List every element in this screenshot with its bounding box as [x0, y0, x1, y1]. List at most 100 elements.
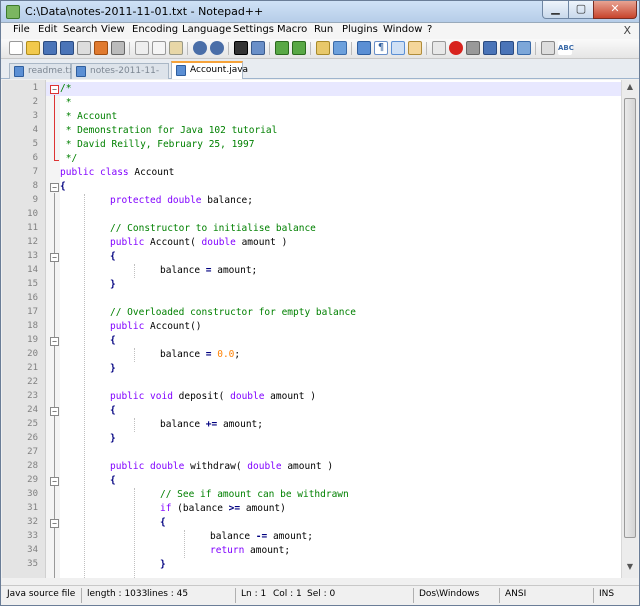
menu-search[interactable]: Search [63, 24, 97, 35]
sync-horizontal-icon[interactable] [333, 41, 347, 55]
code-line: * Account [60, 111, 118, 122]
code-line: public void deposit( double amount ) [110, 391, 316, 402]
tab-notes[interactable]: notes-2011-11-01.txt [71, 63, 169, 90]
code-line: if (balance >= amount) [160, 503, 286, 514]
line-number: 14 [27, 265, 38, 275]
code-line: public Account( double amount ) [110, 237, 288, 248]
code-line: } [110, 433, 116, 444]
close-file-icon[interactable] [77, 41, 91, 55]
menu-bar: File Edit Search View Encoding Language … [1, 23, 639, 39]
fold-margin [46, 80, 60, 578]
new-file-icon[interactable] [9, 41, 23, 55]
fold-toggle-icon[interactable]: − [50, 477, 59, 486]
menu-window[interactable]: Window [383, 24, 422, 35]
code-line: // Constructor to initialise balance [110, 223, 316, 234]
sync-vertical-icon[interactable] [316, 41, 330, 55]
run-macro-multiple-icon[interactable] [500, 41, 514, 55]
paste-icon[interactable] [169, 41, 183, 55]
redo-icon[interactable] [210, 41, 224, 55]
scroll-up-icon[interactable]: ▲ [625, 82, 635, 96]
fold-toggle-icon[interactable]: − [50, 519, 59, 528]
status-language: Java source file [7, 589, 76, 599]
abc-spellcheck-icon[interactable]: ABC [558, 41, 574, 55]
fold-toggle-icon[interactable]: − [50, 85, 59, 94]
undo-icon[interactable] [193, 41, 207, 55]
line-number: 15 [27, 279, 38, 289]
status-column: Col : 1 [273, 589, 302, 599]
menu-plugins[interactable]: Plugins [342, 24, 378, 35]
print-icon[interactable] [111, 41, 125, 55]
cut-icon[interactable] [135, 41, 149, 55]
code-line: * [60, 97, 72, 108]
save-icon[interactable] [43, 41, 57, 55]
current-line-highlight [46, 82, 630, 96]
spell-check-icon[interactable] [541, 41, 555, 55]
menu-file[interactable]: File [13, 24, 30, 35]
code-line: // Overloaded constructor for empty bala… [110, 307, 356, 318]
tab-account-java[interactable]: Account.java [171, 61, 248, 79]
toolbar: ¶ ABC [1, 39, 639, 59]
doc-map-icon[interactable] [432, 41, 446, 55]
vertical-scrollbar[interactable]: ▲ ▼ [621, 80, 638, 578]
line-number: 29 [27, 475, 38, 485]
close-all-icon[interactable] [94, 41, 108, 55]
zoom-in-icon[interactable] [275, 41, 289, 55]
show-all-chars-icon[interactable]: ¶ [374, 41, 388, 55]
line-number: 22 [27, 377, 38, 387]
code-line: public Account() [110, 321, 202, 332]
code-line: balance = 0.0; [160, 349, 241, 360]
record-macro-icon[interactable] [449, 41, 463, 55]
line-number: 24 [27, 405, 38, 415]
copy-icon[interactable] [152, 41, 166, 55]
replace-icon[interactable] [251, 41, 265, 55]
find-icon[interactable] [234, 41, 248, 55]
user-language-icon[interactable] [408, 41, 422, 55]
line-number: 33 [27, 531, 38, 541]
maximize-button[interactable]: ▢ [568, 1, 594, 19]
menu-settings[interactable]: Settings [233, 24, 274, 35]
notepadpp-app-icon [6, 5, 20, 19]
close-window-button[interactable]: ✕ [593, 1, 637, 19]
fold-toggle-icon[interactable]: − [50, 253, 59, 262]
menu-macro[interactable]: Macro [277, 24, 307, 35]
line-number: 20 [27, 349, 38, 359]
fold-toggle-icon[interactable]: − [50, 407, 59, 416]
save-macro-icon[interactable] [517, 41, 531, 55]
code-line: /* [60, 83, 72, 94]
line-number: 28 [27, 461, 38, 471]
stop-macro-icon[interactable] [466, 41, 480, 55]
title-bar[interactable]: C:\Data\notes-2011-11-01.txt - Notepad++… [1, 1, 639, 23]
code-line: { [60, 181, 66, 192]
document-tab-bar: readme.txt notes-2011-11-01.txt Account.… [1, 59, 639, 90]
indent-guide-icon[interactable] [391, 41, 405, 55]
scrollbar-thumb[interactable] [624, 98, 636, 538]
menu-edit[interactable]: Edit [38, 24, 57, 35]
fold-toggle-icon[interactable]: − [50, 183, 59, 192]
line-number: 7 [32, 167, 38, 177]
line-number: 10 [27, 209, 38, 219]
code-editor[interactable]: 1 2 3 4 5 6 7 8 9 10 11 12 13 14 15 16 17 18 19 20 21 22 23 24 2… [2, 80, 638, 578]
menu-language[interactable]: Language [182, 24, 231, 35]
menu-view[interactable]: View [101, 24, 125, 35]
code-line: return amount; [210, 545, 291, 556]
line-number: 23 [27, 391, 38, 401]
file-icon [14, 66, 24, 77]
code-line: */ [60, 153, 78, 164]
line-number: 9 [32, 195, 38, 205]
tab-label: Account.java [190, 65, 249, 75]
menu-run[interactable]: Run [314, 24, 333, 35]
word-wrap-icon[interactable] [357, 41, 371, 55]
play-macro-icon[interactable] [483, 41, 497, 55]
minimize-button[interactable]: ▁ [542, 1, 569, 19]
fold-toggle-icon[interactable]: − [50, 337, 59, 346]
code-line: } [160, 559, 166, 570]
close-document-icon[interactable]: X [623, 24, 631, 37]
code-line: balance -= amount; [210, 531, 313, 542]
menu-help[interactable]: ? [427, 24, 432, 35]
open-file-icon[interactable] [26, 41, 40, 55]
scroll-down-icon[interactable]: ▼ [625, 562, 635, 576]
menu-encoding[interactable]: Encoding [132, 24, 178, 35]
zoom-out-icon[interactable] [292, 41, 306, 55]
save-all-icon[interactable] [60, 41, 74, 55]
tab-readme[interactable]: readme.txt [9, 63, 78, 79]
